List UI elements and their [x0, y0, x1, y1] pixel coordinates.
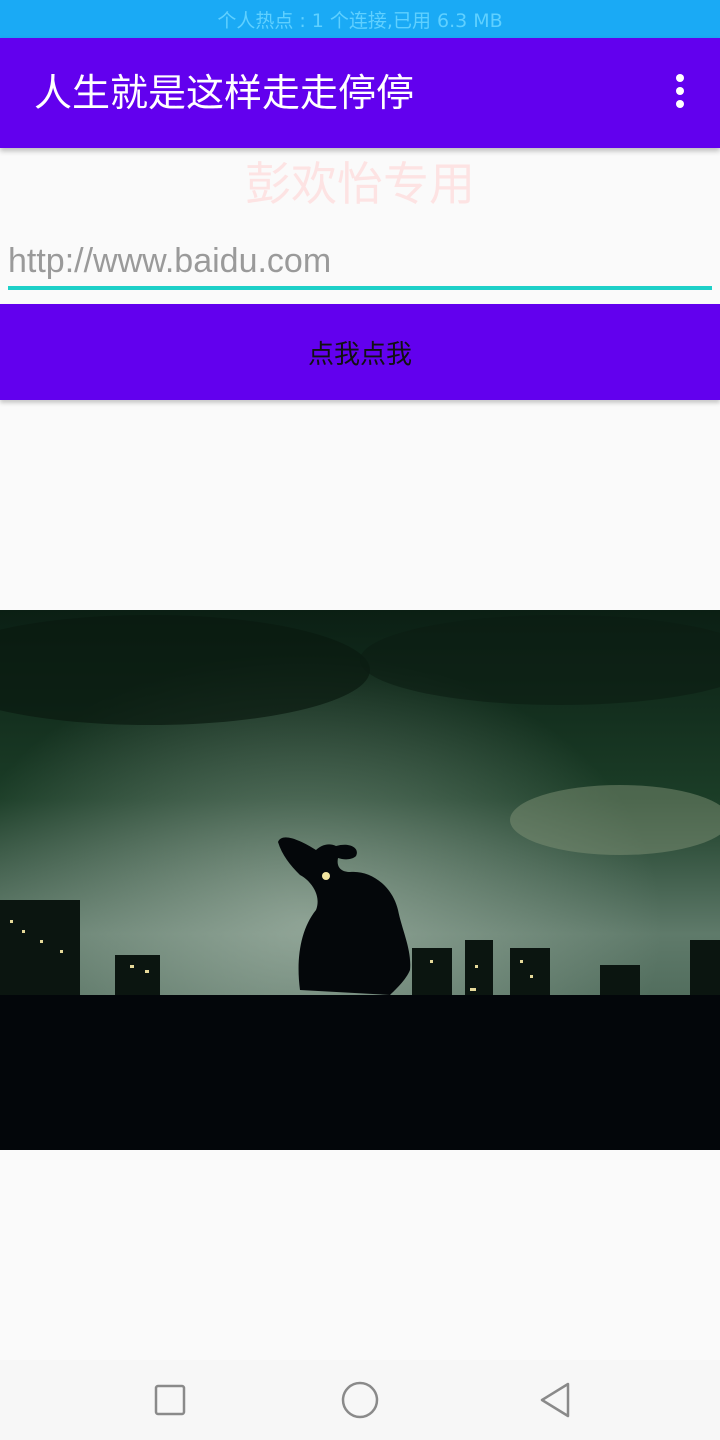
status-text: 个人热点 : 1 个连接,已用 6.3 MB: [217, 9, 503, 32]
url-input[interactable]: [8, 236, 712, 290]
watermark-text: 彭欢怡专用: [245, 157, 475, 211]
navigation-bar: [0, 1360, 720, 1440]
night-city-photo: [0, 610, 720, 1150]
click-me-button[interactable]: 点我点我: [0, 304, 720, 400]
more-vert-icon[interactable]: [670, 74, 690, 112]
triangle-back-icon[interactable]: [536, 1380, 576, 1420]
app-bar: 人生就是这样走走停停: [0, 38, 720, 148]
circle-icon[interactable]: [340, 1380, 380, 1420]
status-bar: 个人热点 : 1 个连接,已用 6.3 MB: [0, 0, 720, 38]
square-icon[interactable]: [150, 1380, 190, 1420]
app-title: 人生就是这样走走停停: [34, 71, 415, 115]
